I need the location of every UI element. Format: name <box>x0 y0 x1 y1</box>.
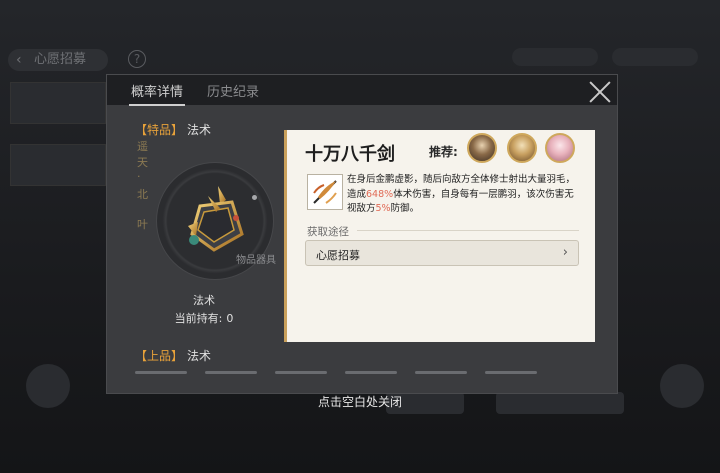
orbit-dot <box>252 195 257 200</box>
back-button[interactable]: ‹ 心愿招募 <box>8 49 108 71</box>
item-title: 十万八千剑 <box>305 144 395 165</box>
side-glyph: 遥 <box>137 140 148 153</box>
source-button[interactable]: 心愿招募 › <box>305 240 579 266</box>
banner-card[interactable] <box>10 82 106 124</box>
skill-description: 在身后金鹏虚影，随后向敌方全体修士射出大量羽毛，造成648%体术伤害，自身每有一… <box>347 173 583 217</box>
desc-highlight: 5% <box>375 203 391 214</box>
item-type: 法术 <box>193 294 215 307</box>
side-glyph: 北 <box>137 188 148 201</box>
source-button-label: 心愿招募 <box>316 249 360 262</box>
help-icon[interactable]: ? <box>128 50 146 68</box>
tab-history[interactable]: 历史纪录 <box>207 81 259 100</box>
side-glyph: · <box>137 170 141 183</box>
desc-part: 防御。 <box>390 203 420 214</box>
recommend-label: 推荐: <box>429 145 458 159</box>
probability-bar <box>345 371 397 374</box>
grade-text: 法术 <box>187 349 212 363</box>
probability-bar <box>135 371 187 374</box>
close-icon[interactable] <box>588 80 612 104</box>
recommended-avatar[interactable] <box>545 133 575 163</box>
probability-bar <box>415 371 467 374</box>
resource-counter <box>512 48 598 66</box>
side-glyph: 叶 <box>137 218 148 231</box>
divider <box>357 230 579 231</box>
recommended-avatar[interactable] <box>507 133 537 163</box>
chevron-left-icon: ‹ <box>16 52 22 68</box>
item-detail-card: 十万八千剑 推荐: 在身后金鹏虚影，随后向敌方全体修士射出大量羽毛，造成648%… <box>284 130 595 342</box>
grade-upper: 【上品】 法术 <box>135 347 211 364</box>
chevron-right-icon: › <box>562 245 568 260</box>
feather-skill-icon <box>307 174 343 210</box>
banner-card[interactable] <box>10 144 106 186</box>
source-title: 获取途径 <box>307 226 349 238</box>
item-category: 物品器具 <box>236 255 276 266</box>
hold-label: 当前持有: <box>174 312 223 325</box>
desc-highlight: 648% <box>366 188 394 200</box>
hold-value: 0 <box>226 312 234 325</box>
side-glyph: 天 <box>137 156 148 169</box>
item-hold-count: 当前持有: 0 <box>134 310 274 326</box>
resource-counter <box>612 48 698 66</box>
grade-tier: 【上品】 <box>135 349 184 363</box>
probability-bar <box>275 371 327 374</box>
tab-probability[interactable]: 概率详情 <box>128 81 186 106</box>
close-hint[interactable]: 点击空白处关闭 <box>0 393 720 410</box>
recommended-avatar[interactable] <box>467 133 497 163</box>
back-label: 心愿招募 <box>34 52 87 67</box>
panel-tabs: 概率详情 历史纪录 <box>107 75 617 106</box>
probability-bar <box>485 371 537 374</box>
probability-bar <box>205 371 257 374</box>
